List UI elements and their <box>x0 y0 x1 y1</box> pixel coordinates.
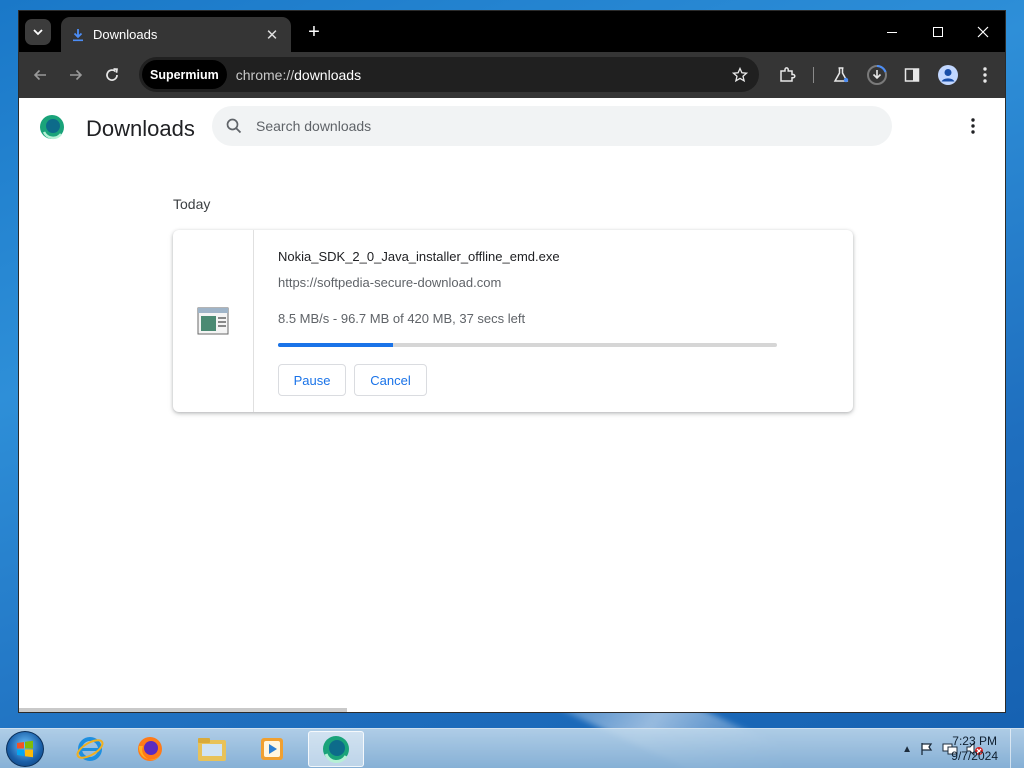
tab-downloads[interactable]: Downloads ✕ <box>61 17 291 52</box>
tab-strip: Downloads ✕ + <box>19 11 1005 52</box>
tab-search-button[interactable] <box>25 19 51 45</box>
horizontal-scrollbar[interactable] <box>19 708 347 712</box>
close-tab-icon[interactable]: ✕ <box>263 26 281 44</box>
action-center-flag-icon[interactable] <box>920 742 934 756</box>
puzzle-piece-icon <box>780 67 796 82</box>
flask-icon <box>833 67 849 83</box>
browser-window: Downloads ✕ + Supermium chrome://downloa… <box>18 10 1006 713</box>
url-path: downloads <box>294 66 362 83</box>
download-item: Nokia_SDK_2_0_Java_installer_offline_emd… <box>173 230 853 412</box>
taskbar-internet-explorer[interactable] <box>62 731 118 767</box>
supermium-icon <box>323 736 349 763</box>
pause-button[interactable]: Pause <box>278 364 346 396</box>
windows-logo-icon <box>17 740 33 758</box>
downloads-menu-button[interactable] <box>961 114 985 138</box>
close-window-button[interactable] <box>960 11 1006 52</box>
search-downloads-bar[interactable] <box>212 106 892 146</box>
maximize-button[interactable] <box>915 11 961 52</box>
chevron-down-icon <box>33 29 43 36</box>
executable-file-icon <box>197 307 229 335</box>
file-explorer-icon <box>198 738 226 761</box>
reload-button[interactable] <box>99 62 125 88</box>
media-player-icon <box>261 738 283 760</box>
extensions-button[interactable] <box>774 62 800 88</box>
search-input[interactable] <box>256 118 856 134</box>
downloads-toolbar-button[interactable] <box>864 62 890 88</box>
show-desktop-button[interactable] <box>1010 729 1024 768</box>
taskbar-media-player[interactable] <box>244 731 300 767</box>
internet-explorer-icon <box>76 737 104 761</box>
maximize-icon <box>933 26 943 37</box>
show-hidden-icons-icon[interactable]: ▲ <box>902 744 912 755</box>
bookmark-star-button[interactable] <box>727 62 753 88</box>
back-arrow-icon <box>33 69 46 81</box>
start-button[interactable] <box>6 731 44 767</box>
download-status: 8.5 MB/s - 96.7 MB of 420 MB, 37 secs le… <box>278 311 526 326</box>
download-icon <box>73 28 83 41</box>
date-header: Today <box>173 196 211 212</box>
tab-title: Downloads <box>93 27 158 42</box>
address-bar[interactable]: Supermium chrome://downloads <box>139 57 759 92</box>
forward-arrow-icon <box>70 69 83 81</box>
downloads-page: Downloads Today Nokia_SDK_ <box>19 98 1005 712</box>
origin-chip[interactable]: Supermium <box>142 60 227 89</box>
star-icon <box>732 67 748 83</box>
forward-button[interactable] <box>63 62 89 88</box>
system-clock[interactable]: 7:23 PM 9/7/2024 <box>951 734 998 764</box>
cancel-button[interactable]: Cancel <box>354 364 427 396</box>
url-text[interactable]: chrome://downloads <box>236 67 361 83</box>
file-icon-column <box>173 230 254 412</box>
profile-button[interactable] <box>935 62 961 88</box>
close-icon <box>977 26 989 37</box>
taskbar-file-explorer[interactable] <box>184 731 240 767</box>
clock-date: 9/7/2024 <box>951 749 998 763</box>
new-tab-button[interactable]: + <box>301 19 327 45</box>
minimize-button[interactable] <box>869 11 915 52</box>
clock-time: 7:23 PM <box>952 734 997 748</box>
browser-toolbar: Supermium chrome://downloads <box>19 52 1005 98</box>
url-scheme: chrome:// <box>235 66 295 83</box>
taskbar-firefox[interactable] <box>122 731 178 767</box>
back-button[interactable] <box>27 62 53 88</box>
download-progress-fill <box>278 343 393 347</box>
download-progress-bar <box>278 343 777 347</box>
file-name-link[interactable]: Nokia_SDK_2_0_Java_installer_offline_emd… <box>278 249 560 264</box>
supermium-logo-icon <box>39 114 65 140</box>
side-panel-icon <box>904 68 920 82</box>
avatar-icon <box>938 65 958 85</box>
toolbar-divider <box>813 67 814 83</box>
firefox-icon <box>138 737 162 761</box>
side-panel-button[interactable] <box>899 62 925 88</box>
browser-menu-button[interactable] <box>972 62 998 88</box>
taskbar: ▲ 7:23 PM 9/7/2024 <box>0 728 1024 768</box>
kebab-menu-icon <box>971 118 975 134</box>
reload-icon <box>106 68 118 81</box>
page-title: Downloads <box>86 116 195 141</box>
download-progress-icon <box>867 64 887 85</box>
labs-button[interactable] <box>828 62 854 88</box>
kebab-menu-icon <box>983 67 987 83</box>
taskbar-supermium[interactable] <box>308 731 364 767</box>
minimize-icon <box>887 31 897 33</box>
search-icon <box>224 116 244 136</box>
source-url-link[interactable]: https://softpedia-secure-download.com <box>278 275 501 290</box>
